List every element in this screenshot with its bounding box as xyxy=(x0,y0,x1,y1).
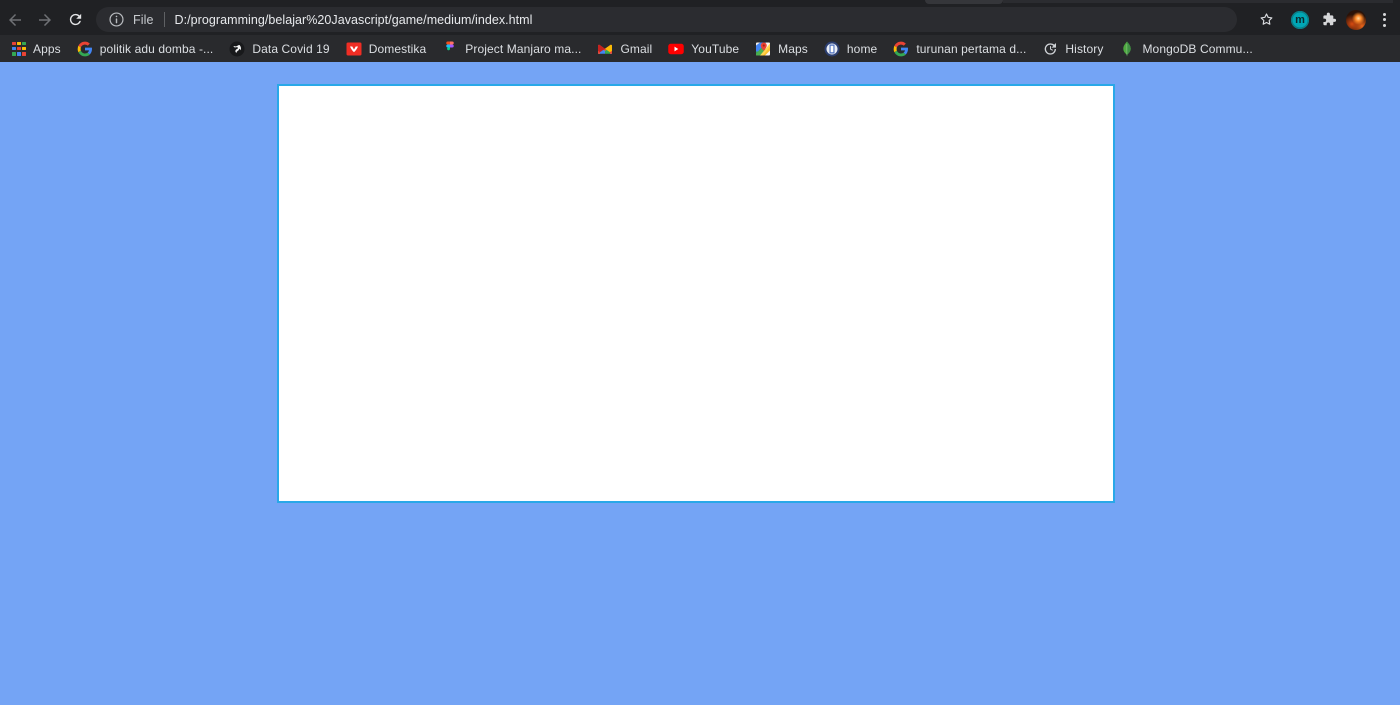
domestika-icon xyxy=(346,42,362,55)
bookmark-item-gmail[interactable]: Gmail xyxy=(589,38,660,60)
address-bar[interactable]: File D:/programming/belajar%20Javascript… xyxy=(96,7,1237,32)
bookmark-item-project-manjaro[interactable]: Project Manjaro ma... xyxy=(434,38,589,60)
browser-window: File D:/programming/belajar%20Javascript… xyxy=(0,0,1400,705)
bookmark-label: politik adu domba -... xyxy=(99,41,214,56)
bookmark-label: History xyxy=(1065,41,1104,56)
chrome-menu-button[interactable] xyxy=(1370,6,1398,34)
bookmark-item-youtube[interactable]: YouTube xyxy=(660,38,747,60)
google-maps-icon xyxy=(756,42,771,55)
back-button[interactable] xyxy=(0,7,30,33)
bookmark-item-data-covid-19[interactable]: Data Covid 19 xyxy=(221,38,337,60)
bookmark-label: Domestika xyxy=(368,41,427,56)
puzzle-piece-icon xyxy=(1322,12,1336,26)
browser-toolbar: File D:/programming/belajar%20Javascript… xyxy=(0,4,1400,35)
bookmark-label: turunan pertama d... xyxy=(916,41,1027,56)
bookmark-label: Apps xyxy=(33,41,61,56)
google-g-icon xyxy=(893,41,909,56)
toolbar-actions: m xyxy=(1258,4,1398,35)
mongodb-leaf-icon xyxy=(1123,41,1132,56)
star-icon xyxy=(1260,13,1272,25)
youtube-icon xyxy=(668,43,685,54)
tab-strip-edge xyxy=(1003,0,1393,3)
game-canvas[interactable] xyxy=(277,84,1115,503)
bookmarks-bar: Apps politik adu domba -... Data Covid 1… xyxy=(0,35,1400,62)
bookmark-label: Project Manjaro ma... xyxy=(465,41,582,56)
bookmark-apps[interactable]: Apps xyxy=(4,38,69,60)
reload-icon xyxy=(69,13,81,26)
kebab-menu-icon xyxy=(1382,12,1386,27)
bookmark-item-turunan-pertama[interactable]: turunan pertama d... xyxy=(885,38,1034,60)
bookmark-label: home xyxy=(846,41,878,56)
apps-grid-icon xyxy=(12,41,26,56)
extensions-button[interactable] xyxy=(1314,6,1342,34)
info-circle-icon xyxy=(109,12,124,27)
bookmark-item-politik-adu-domba[interactable]: politik adu domba -... xyxy=(69,38,222,60)
forward-button[interactable] xyxy=(30,7,60,33)
url-text[interactable]: D:/programming/belajar%20Javascript/game… xyxy=(175,13,533,27)
bookmark-label: Maps xyxy=(778,41,808,56)
history-clock-icon xyxy=(1045,42,1057,55)
globe-dark-icon xyxy=(229,41,245,56)
bookmark-label: YouTube xyxy=(691,41,740,56)
bookmark-item-mongodb[interactable]: MongoDB Commu... xyxy=(1111,38,1260,60)
bookmark-label: MongoDB Commu... xyxy=(1142,41,1253,56)
circle-m-icon: m xyxy=(1291,10,1309,29)
bookmark-label: Data Covid 19 xyxy=(252,41,330,56)
avatar-icon xyxy=(1346,9,1366,30)
bookmark-item-home[interactable]: home xyxy=(816,38,885,60)
back-arrow-icon xyxy=(9,13,21,26)
figma-icon xyxy=(446,41,455,50)
bookmark-item-domestika[interactable]: Domestika xyxy=(338,38,435,60)
gmail-icon xyxy=(598,44,613,54)
bookmark-star-button[interactable] xyxy=(1252,6,1280,34)
google-g-icon xyxy=(77,41,92,56)
url-scheme-label: File xyxy=(133,12,154,27)
profile-avatar-button[interactable] xyxy=(1342,6,1370,34)
bookmark-item-history[interactable]: History xyxy=(1034,38,1111,60)
bookmark-label: Gmail xyxy=(620,41,653,56)
omnibox-divider xyxy=(163,12,165,27)
extension-momentum-button[interactable]: m xyxy=(1286,6,1314,34)
reload-button[interactable] xyxy=(60,7,90,33)
forward-arrow-icon xyxy=(39,13,51,26)
page-viewport xyxy=(0,62,1400,705)
home-blue-icon xyxy=(824,41,840,56)
bookmark-item-maps[interactable]: Maps xyxy=(747,38,816,60)
